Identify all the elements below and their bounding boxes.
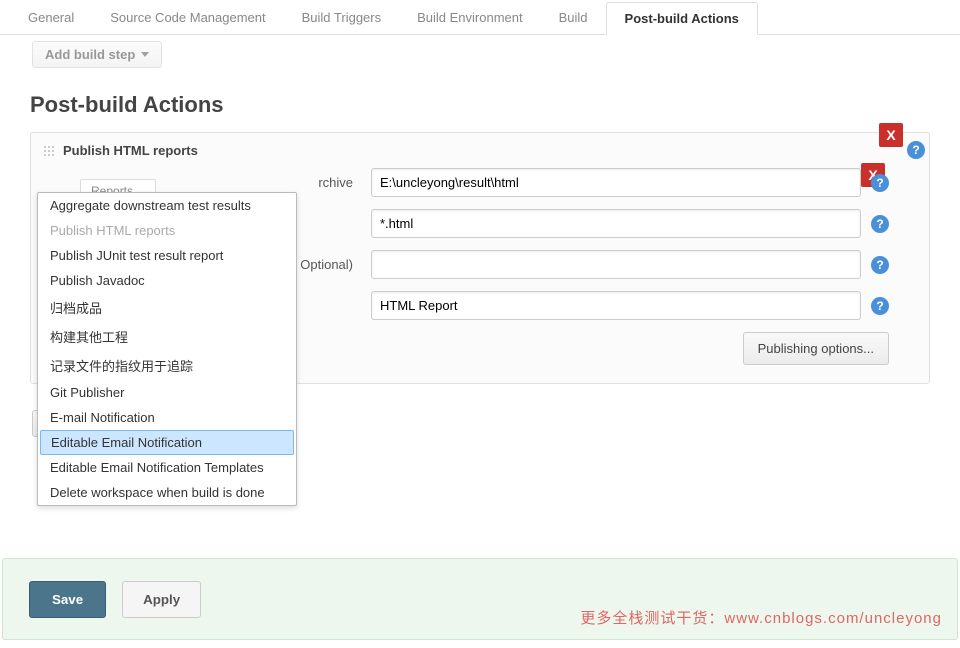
menu-item[interactable]: 记录文件的指纹用于追踪 — [38, 351, 296, 380]
tab-build[interactable]: Build — [541, 2, 606, 34]
menu-item: Publish HTML reports — [38, 218, 296, 243]
menu-item[interactable]: 构建其他工程 — [38, 322, 296, 351]
publishing-options-button[interactable]: Publishing options... — [743, 332, 889, 365]
tab-scm[interactable]: Source Code Management — [92, 2, 283, 34]
add-build-step-label: Add build step — [45, 47, 135, 62]
optional-input[interactable] — [371, 250, 861, 279]
panel-title: Publish HTML reports — [63, 143, 198, 158]
menu-item[interactable]: Aggregate downstream test results — [38, 193, 296, 218]
archive-dir-input[interactable] — [371, 168, 861, 197]
post-build-action-menu: Aggregate downstream test resultsPublish… — [37, 192, 297, 506]
add-build-step-button[interactable]: Add build step — [32, 41, 162, 68]
apply-button[interactable]: Apply — [122, 581, 201, 618]
config-tabs: General Source Code Management Build Tri… — [0, 2, 960, 35]
menu-item[interactable]: Git Publisher — [38, 380, 296, 405]
report-title-input[interactable] — [371, 291, 861, 320]
menu-item[interactable]: Delete workspace when build is done — [38, 480, 296, 505]
menu-item[interactable]: 归档成品 — [38, 293, 296, 322]
help-icon[interactable]: ? — [871, 256, 889, 274]
menu-item[interactable]: Editable Email Notification — [40, 430, 294, 455]
help-icon[interactable]: ? — [871, 174, 889, 192]
menu-item[interactable]: Publish Javadoc — [38, 268, 296, 293]
tab-triggers[interactable]: Build Triggers — [284, 2, 399, 34]
drag-grip-icon[interactable] — [43, 145, 55, 157]
watermark-text: 更多全栈测试干货：www.cnblogs.com/uncleyong — [580, 607, 942, 628]
tab-general[interactable]: General — [10, 2, 92, 34]
menu-item[interactable]: Editable Email Notification Templates — [38, 455, 296, 480]
caret-icon — [141, 52, 149, 57]
section-title: Post-build Actions — [0, 68, 960, 132]
tab-post-build[interactable]: Post-build Actions — [606, 2, 758, 35]
help-icon[interactable]: ? — [871, 297, 889, 315]
tab-env[interactable]: Build Environment — [399, 2, 541, 34]
help-icon[interactable]: ? — [871, 215, 889, 233]
watermark-link[interactable]: www.cnblogs.com/uncleyong — [724, 610, 942, 627]
menu-item[interactable]: Publish JUnit test result report — [38, 243, 296, 268]
menu-item[interactable]: E-mail Notification — [38, 405, 296, 430]
save-button[interactable]: Save — [29, 581, 106, 618]
help-icon[interactable]: ? — [907, 141, 925, 159]
index-pages-input[interactable] — [371, 209, 861, 238]
panel-close-button[interactable]: X — [879, 123, 903, 147]
